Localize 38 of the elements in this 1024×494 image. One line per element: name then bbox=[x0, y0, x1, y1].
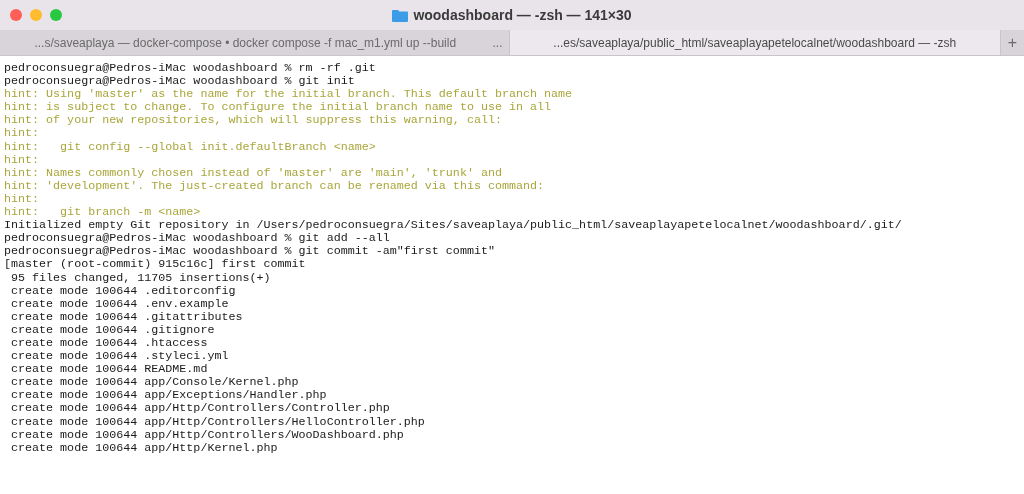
output-line: [master (root-commit) 915c16c] first commit bbox=[4, 258, 306, 272]
hint-line: hint: is subject to change. To configure the initial branch name to use in all bbox=[4, 101, 552, 115]
output-line: Initialized empty Git repository in /Users/pedroconsuegra/Sites/saveaplaya/public_html/saveaplayapetelocalnet/woodashboard/.git/ bbox=[4, 219, 902, 233]
output-line: create mode 100644 app/Console/Kernel.php bbox=[10, 376, 299, 390]
hint-line: hint: git branch -m <name> bbox=[4, 206, 201, 220]
output-line: create mode 100644 .styleci.yml bbox=[10, 350, 229, 364]
command-line: pedroconsuegra@Pedros-iMac woodashboard % git add --all bbox=[4, 232, 390, 246]
hint-line: hint: of your new repositories, which will suppress this warning, call: bbox=[4, 114, 502, 128]
minimize-button[interactable] bbox=[30, 9, 42, 21]
tab-overflow[interactable]: ... bbox=[490, 30, 509, 55]
folder-icon bbox=[392, 8, 409, 22]
hint-line: hint: bbox=[4, 153, 40, 167]
output-line: create mode 100644 app/Http/Controllers/WooDashboard.php bbox=[10, 428, 404, 442]
command-line: pedroconsuegra@Pedros-iMac woodashboard % git init bbox=[4, 75, 355, 89]
output-line: create mode 100644 app/Http/Controllers/HelloController.php bbox=[10, 415, 425, 429]
output-line: create mode 100644 app/Http/Kernel.php bbox=[10, 441, 278, 455]
output-line: create mode 100644 README.md bbox=[10, 363, 208, 377]
zoom-button[interactable] bbox=[50, 9, 62, 21]
hint-line: hint: bbox=[4, 127, 40, 141]
output-line: 95 files changed, 11705 insertions(+) bbox=[10, 271, 271, 285]
close-button[interactable] bbox=[10, 9, 22, 21]
output-line: create mode 100644 .htaccess bbox=[10, 336, 208, 351]
command-line: pedroconsuegra@Pedros-iMac woodashboard % git commit -am"first commit" bbox=[4, 245, 495, 259]
output-line: create mode 100644 .env.example bbox=[10, 297, 229, 311]
command-line: pedroconsuegra@Pedros-iMac woodashboard % rm -rf .git bbox=[4, 62, 376, 76]
output-line: create mode 100644 .gitignore bbox=[10, 323, 215, 337]
window-title: woodashboard — -zsh — 141×30 bbox=[413, 5, 632, 25]
output-line: create mode 100644 app/Exceptions/Handler.php bbox=[10, 389, 327, 403]
output-line: create mode 100644 app/Http/Controllers/Controller.php bbox=[10, 402, 390, 416]
new-tab-button[interactable]: + bbox=[1000, 30, 1024, 55]
hint-line: hint: Names commonly chosen instead of 'master' are 'main', 'trunk' and bbox=[4, 166, 502, 180]
terminal-tab[interactable]: ...es/saveaplaya/public_html/saveaplayapetelocalnet/woodashboard — -zsh bbox=[508, 30, 1000, 55]
hint-line: hint: bbox=[4, 192, 40, 207]
hint-line: hint: 'development'. The just-created branch can be renamed via this command: bbox=[4, 179, 545, 193]
output-line: create mode 100644 .gitattributes bbox=[10, 310, 243, 324]
hint-line: hint: Using 'master' as the name for the initial branch. This default branch name bbox=[4, 88, 573, 102]
hint-line: hint: git config --global init.defaultBranch <name> bbox=[4, 140, 376, 154]
output-line: create mode 100644 .editorconfig bbox=[10, 284, 236, 298]
